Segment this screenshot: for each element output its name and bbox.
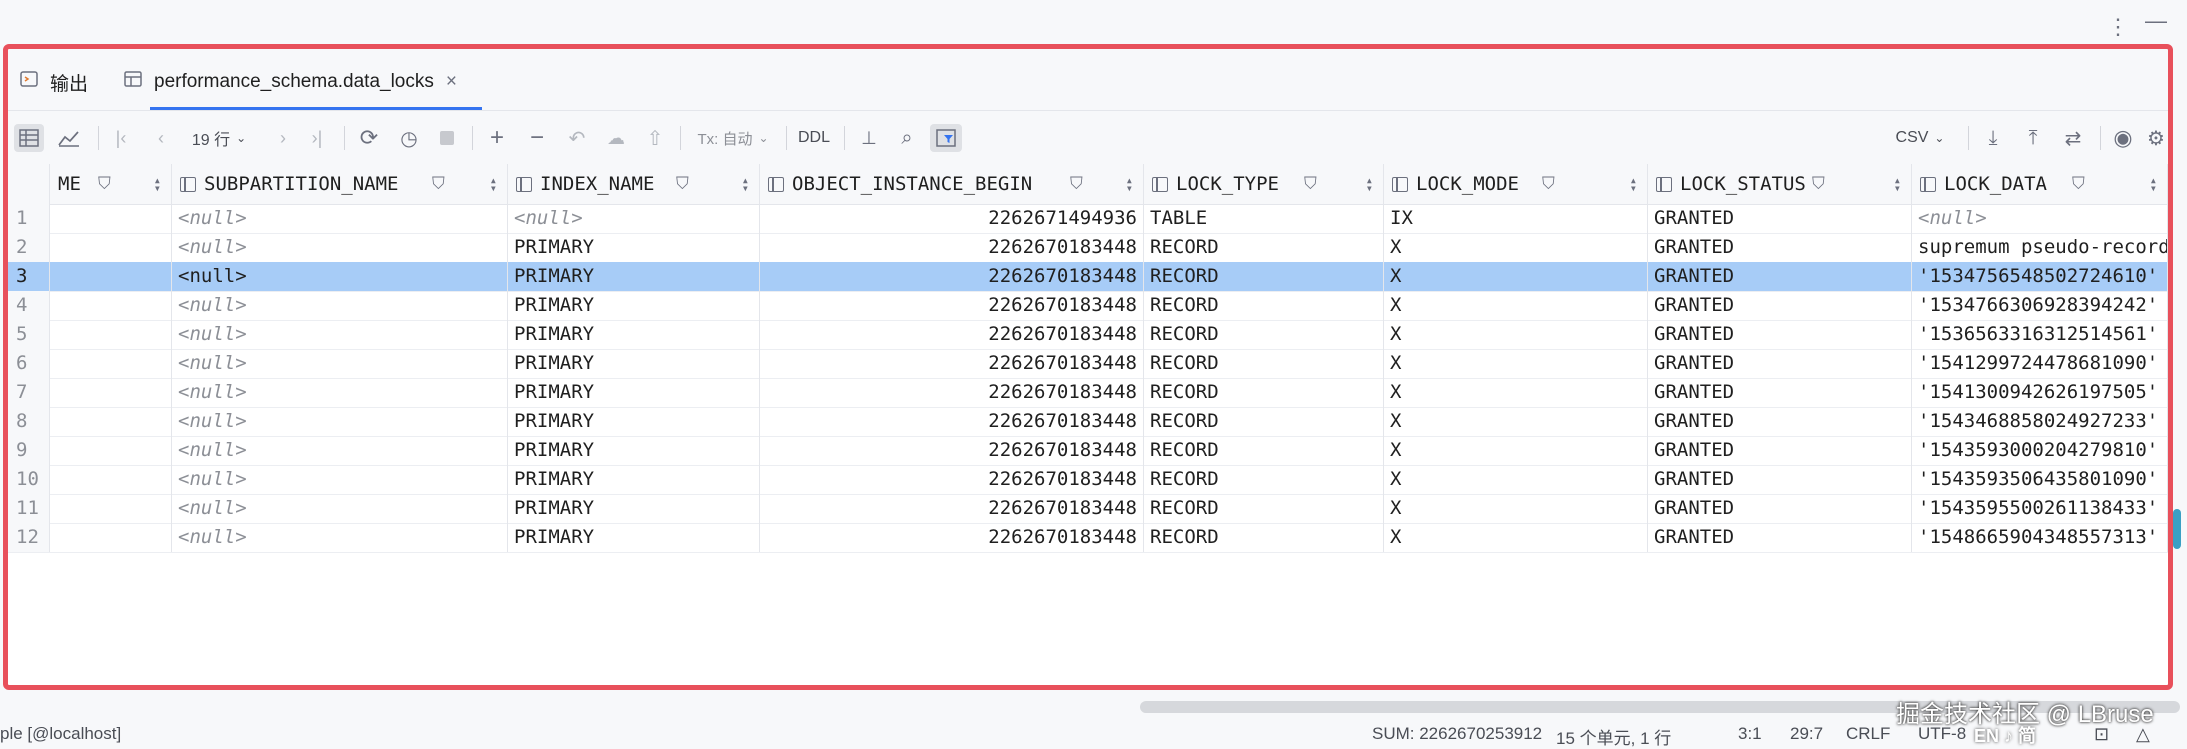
line-ending[interactable]: CRLF [1846,724,1890,744]
cursor-offset[interactable]: 29:7 [1790,724,1823,744]
sum-status: SUM: 2262670253912 [1372,724,1543,743]
status-bar: ple [@localhost] SUM: 2262670253912 15 个… [0,718,2187,748]
more-options-icon[interactable]: ⋮ [2107,14,2129,40]
cursor-position[interactable]: 3:1 [1738,724,1762,744]
connection-status[interactable]: ple [@localhost] [0,724,121,744]
selection-count: 15 个单元, 1 行 [1556,729,1672,748]
vertical-scroll-thumb[interactable] [2173,509,2181,549]
minimize-icon[interactable]: — [2145,8,2167,34]
highlight-frame [3,44,2173,690]
ime-indicator: EN ♪ 简 [1974,726,2037,746]
